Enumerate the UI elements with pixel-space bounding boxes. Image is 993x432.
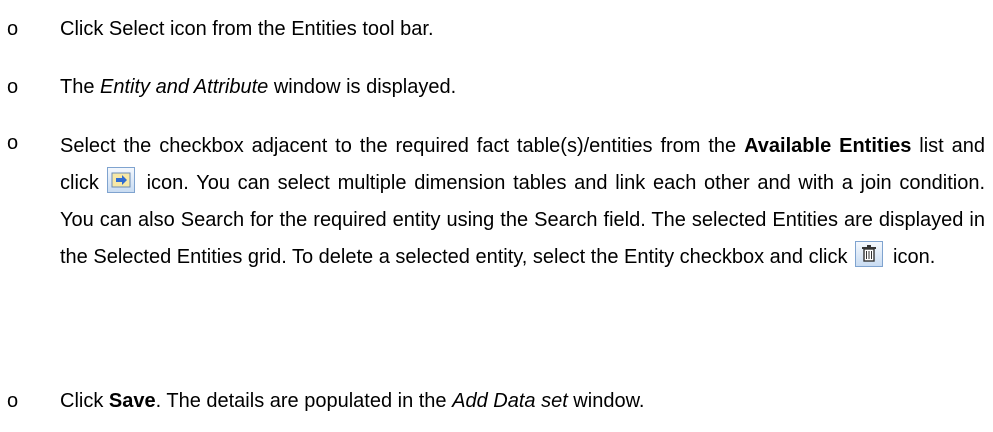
- save-label: Save: [108, 390, 156, 412]
- move-right-icon: [106, 167, 135, 193]
- step-2-text: The Entity and Attribute window is displ…: [60, 76, 457, 98]
- step-1-text: Click Select icon from the Entities tool…: [60, 18, 434, 40]
- available-entities-label: Available Entities: [744, 135, 912, 157]
- window-name: Add Data set: [452, 390, 568, 412]
- bullet: o: [7, 390, 19, 412]
- bullet: o: [7, 76, 19, 98]
- step-3-text: Select the checkbox adjacent to the requ…: [60, 135, 985, 268]
- bullet: o: [7, 132, 19, 154]
- step-4-text: Click Save. The details are populated in…: [60, 390, 645, 412]
- delete-icon: [855, 241, 884, 267]
- window-name: Entity and Attribute: [100, 76, 269, 98]
- bullet: o: [7, 18, 19, 40]
